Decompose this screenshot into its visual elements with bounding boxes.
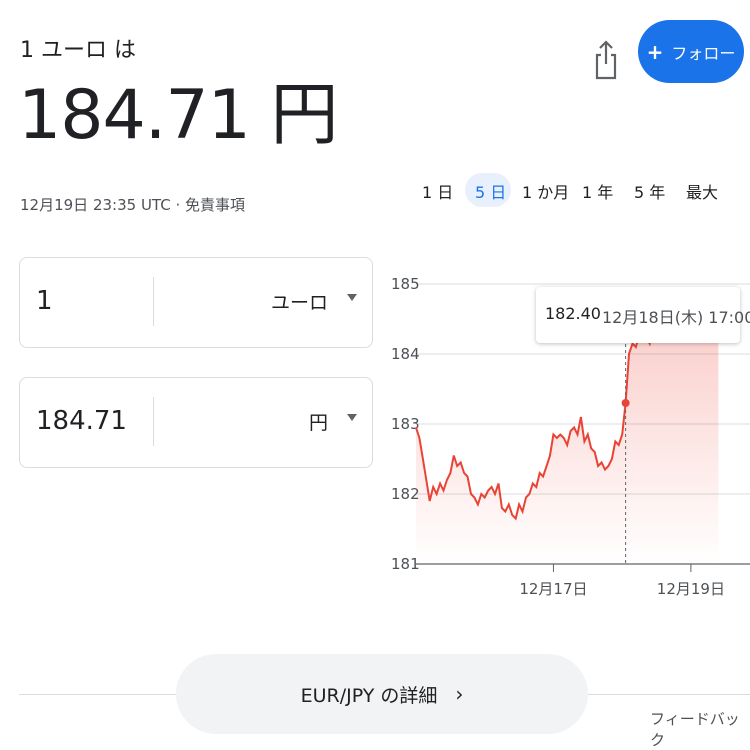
tooltip-value: 182.40 [545, 304, 601, 323]
dropdown-arrow-icon[interactable] [347, 414, 357, 421]
share-icon[interactable] [593, 38, 619, 82]
plus-icon: + [646, 39, 664, 64]
conversion-label: 1 ユーロ は [20, 38, 136, 63]
chart-tooltip: 182.40 12月18日(木) 17:00 [536, 287, 750, 343]
from-currency-select[interactable]: ユーロ [271, 288, 328, 315]
follow-label: フォロー [671, 43, 736, 63]
tab-5y[interactable]: 5 年 [634, 179, 665, 203]
timestamp-disclaimer[interactable]: 12月19日 23:35 UTC · 免責事項 [20, 194, 245, 215]
divider [153, 277, 154, 326]
from-amount-box[interactable]: 1 ユーロ [19, 257, 373, 348]
tab-5d[interactable]: 5 日 [464, 173, 512, 207]
x-tick-label: 12月19日 [657, 580, 725, 598]
to-amount-box[interactable]: 184.71 円 [19, 377, 373, 468]
y-tick-label: 181 [391, 555, 420, 573]
y-tick-label: 184 [391, 345, 420, 363]
y-tick-label: 182 [391, 485, 420, 503]
y-tick-label: 185 [391, 275, 420, 293]
x-tick-label: 12月17日 [519, 580, 587, 598]
follow-button[interactable]: + フォロー [638, 20, 744, 83]
details-button-label: EUR/JPY の詳細 [300, 684, 438, 707]
divider [153, 397, 154, 446]
tab-1d[interactable]: 1 日 [422, 179, 453, 203]
details-button[interactable]: EUR/JPY の詳細 › [176, 654, 588, 734]
feedback-link[interactable]: フィードバック [650, 708, 750, 750]
from-amount-input[interactable]: 1 [36, 286, 53, 316]
chevron-right-icon: › [455, 682, 464, 706]
tab-1m[interactable]: 1 か月 [522, 179, 569, 203]
dropdown-arrow-icon[interactable] [347, 294, 357, 301]
to-amount-input[interactable]: 184.71 [36, 406, 127, 436]
exchange-rate: 184.71 円 [18, 76, 339, 155]
tab-max[interactable]: 最大 [686, 179, 718, 203]
to-currency-select[interactable]: 円 [309, 408, 328, 435]
y-tick-label: 183 [391, 415, 420, 433]
chart-cursor-dot [621, 399, 630, 407]
tab-1y[interactable]: 1 年 [582, 179, 613, 203]
tooltip-time: 12月18日(木) 17:00 [602, 308, 750, 327]
